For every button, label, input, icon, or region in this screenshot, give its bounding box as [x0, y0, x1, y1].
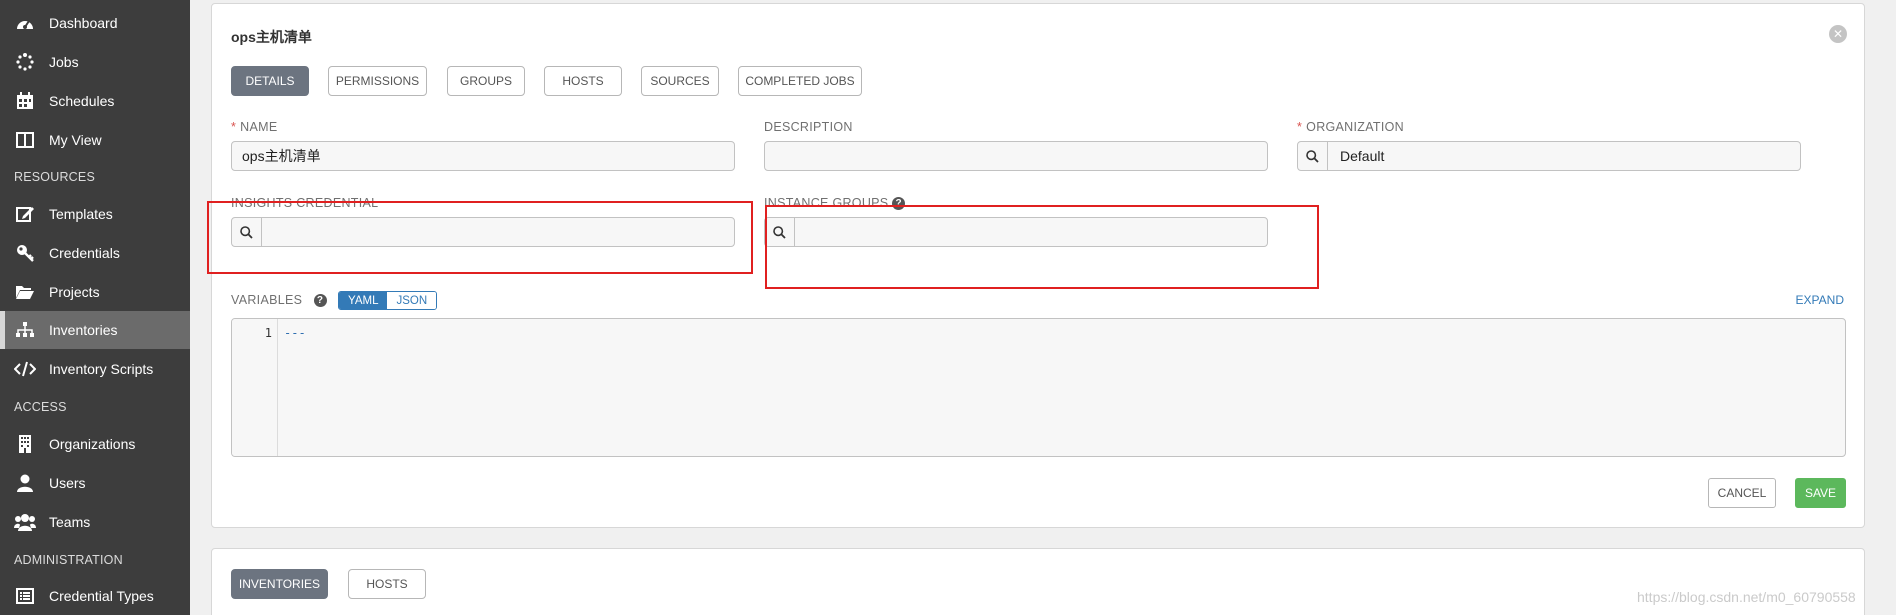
- sidebar-item-label: Jobs: [49, 54, 79, 70]
- edit-icon: [14, 203, 36, 225]
- insights-credential-label: INSIGHTS CREDENTIAL: [231, 196, 379, 210]
- organization-lookup[interactable]: Default: [1297, 141, 1801, 171]
- list-alt-icon: [14, 585, 36, 607]
- sidebar-item-templates[interactable]: Templates: [0, 195, 190, 233]
- columns-icon: [14, 129, 36, 151]
- save-button[interactable]: SAVE: [1795, 478, 1846, 508]
- sidebar-item-credentials[interactable]: Credentials: [0, 234, 190, 272]
- sidebar-item-credential-types[interactable]: Credential Types: [0, 577, 190, 615]
- organization-value: Default: [1340, 148, 1385, 164]
- user-icon: [14, 472, 36, 494]
- spinner-icon: [14, 51, 36, 73]
- sidebar-item-users[interactable]: Users: [0, 464, 190, 502]
- sidebar-item-projects[interactable]: Projects: [0, 273, 190, 311]
- code-icon: [14, 358, 36, 380]
- search-icon[interactable]: [1298, 142, 1328, 170]
- required-asterisk: *: [231, 120, 237, 134]
- related-panel: INVENTORIES HOSTS: [211, 548, 1865, 615]
- tab-permissions[interactable]: PERMISSIONS: [328, 66, 427, 96]
- instance-groups-label: INSTANCE GROUPS ?: [764, 196, 906, 211]
- tab-details[interactable]: DETAILS: [231, 66, 309, 96]
- sidebar-item-label: Users: [49, 475, 86, 491]
- description-label: DESCRIPTION: [764, 120, 853, 134]
- sidebar-item-label: Organizations: [49, 436, 136, 452]
- sidebar-item-schedules[interactable]: Schedules: [0, 82, 190, 120]
- sidebar-item-dashboard[interactable]: Dashboard: [0, 4, 190, 42]
- description-input[interactable]: [764, 141, 1268, 171]
- section-access: ACCESS: [14, 400, 67, 414]
- tab-inventories[interactable]: INVENTORIES: [231, 569, 328, 599]
- building-icon: [14, 433, 36, 455]
- sidebar-item-label: My View: [49, 132, 102, 148]
- key-icon: [14, 242, 36, 264]
- variables-editor[interactable]: 1 ---: [231, 318, 1846, 457]
- editor-code[interactable]: ---: [284, 326, 306, 340]
- sidebar-item-label: Credentials: [49, 245, 120, 261]
- instance-groups-lookup[interactable]: [764, 217, 1268, 247]
- watermark: https://blog.csdn.net/m0_60790558: [1637, 589, 1856, 605]
- expand-link[interactable]: EXPAND: [1796, 293, 1844, 307]
- inventory-form-panel: ops主机清单 ✕ DETAILS PERMISSIONS GROUPS HOS…: [211, 3, 1865, 528]
- tab-sources[interactable]: SOURCES: [641, 66, 719, 96]
- cancel-button[interactable]: CANCEL: [1708, 478, 1776, 508]
- instance-groups-value: [795, 218, 807, 246]
- sidebar-item-label: Schedules: [49, 93, 115, 109]
- tab-completed-jobs[interactable]: COMPLETED JOBS: [738, 66, 862, 96]
- sidebar-item-jobs[interactable]: Jobs: [0, 43, 190, 81]
- sitemap-icon: [14, 319, 36, 341]
- sidebar-item-inventory-scripts[interactable]: Inventory Scripts: [0, 350, 190, 388]
- help-icon[interactable]: ?: [313, 294, 327, 308]
- sidebar-item-label: Credential Types: [49, 588, 154, 604]
- name-label: * NAME: [231, 120, 278, 134]
- search-icon[interactable]: [232, 218, 262, 246]
- required-asterisk: *: [1297, 120, 1303, 134]
- close-icon[interactable]: ✕: [1829, 25, 1847, 43]
- help-icon[interactable]: ?: [892, 197, 906, 211]
- users-icon: [14, 511, 36, 533]
- organization-label: * ORGANIZATION: [1297, 120, 1404, 134]
- sidebar-item-label: Templates: [49, 206, 113, 222]
- search-icon[interactable]: [765, 218, 795, 246]
- editor-gutter: 1: [232, 319, 278, 456]
- insights-credential-value: [262, 218, 274, 246]
- sidebar: Dashboard Jobs Schedules My View RESOURC…: [0, 0, 190, 615]
- folder-icon: [14, 281, 36, 303]
- section-administration: ADMINISTRATION: [14, 553, 123, 567]
- insights-credential-lookup[interactable]: [231, 217, 735, 247]
- sidebar-item-my-view[interactable]: My View: [0, 121, 190, 159]
- page-title: ops主机清单: [231, 29, 312, 45]
- calendar-icon: [14, 90, 36, 112]
- sidebar-item-label: Projects: [49, 284, 100, 300]
- app-window: Dashboard Jobs Schedules My View RESOURC…: [0, 0, 1896, 615]
- sidebar-item-teams[interactable]: Teams: [0, 503, 190, 541]
- sidebar-item-organizations[interactable]: Organizations: [0, 425, 190, 463]
- name-input[interactable]: ops主机清单: [231, 141, 735, 171]
- sidebar-item-label: Dashboard: [49, 15, 118, 31]
- sidebar-item-inventories[interactable]: Inventories: [0, 311, 190, 349]
- yaml-toggle-button[interactable]: YAML: [339, 292, 388, 309]
- section-resources: RESOURCES: [14, 170, 95, 184]
- variables-label: VARIABLES ?: [231, 293, 327, 308]
- tab-hosts-bottom[interactable]: HOSTS: [348, 569, 426, 599]
- sidebar-item-label: Teams: [49, 514, 91, 530]
- sidebar-item-label: Inventory Scripts: [49, 361, 154, 377]
- json-toggle-button[interactable]: JSON: [387, 292, 437, 309]
- tab-hosts[interactable]: HOSTS: [544, 66, 622, 96]
- dashboard-icon: [14, 12, 36, 34]
- line-number: 1: [264, 326, 272, 340]
- sidebar-item-label: Inventories: [49, 322, 118, 338]
- tab-groups[interactable]: GROUPS: [447, 66, 525, 96]
- format-toggle: YAML JSON: [338, 291, 438, 310]
